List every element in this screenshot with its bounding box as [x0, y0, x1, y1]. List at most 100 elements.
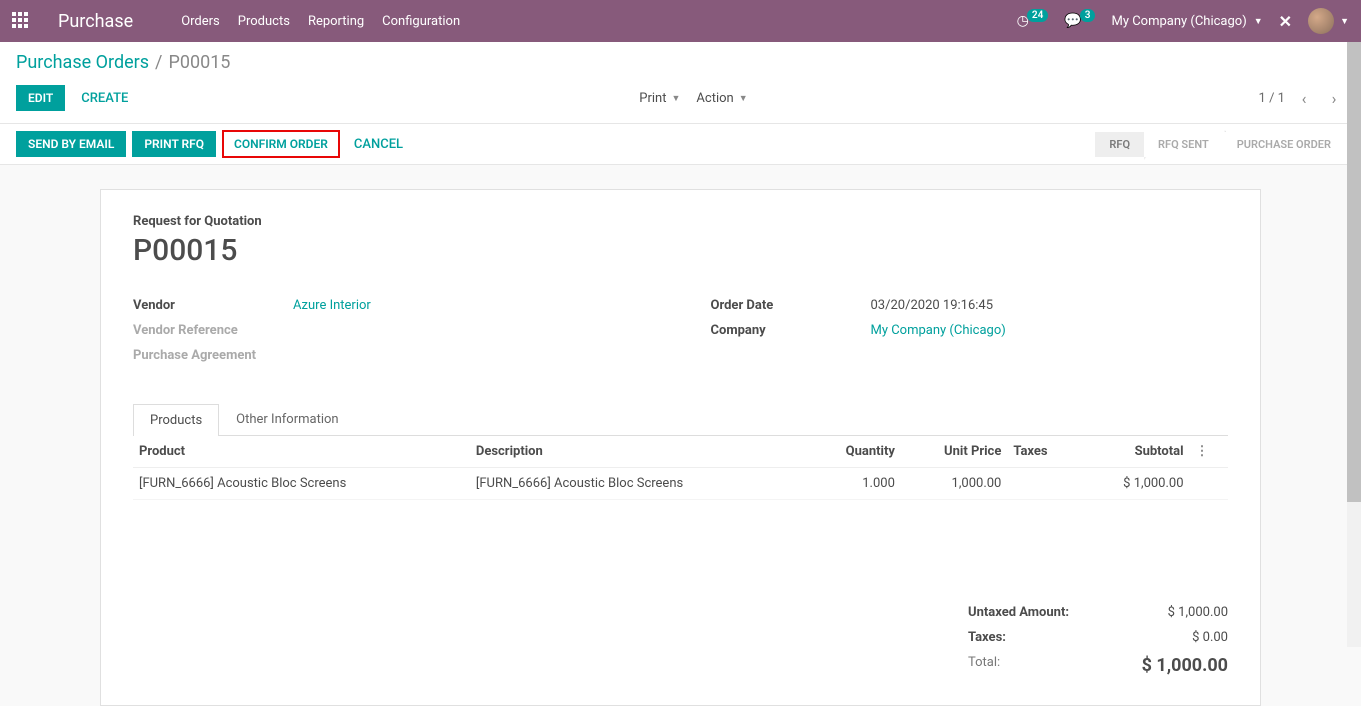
- company-row: Company My Company (Chicago): [711, 323, 1229, 338]
- status-purchase-order[interactable]: PURCHASE ORDER: [1223, 132, 1345, 157]
- user-menu[interactable]: ▼: [1308, 8, 1349, 34]
- chat-indicator[interactable]: 💬 3: [1064, 13, 1095, 29]
- confirm-order-button[interactable]: CONFIRM ORDER: [222, 130, 340, 158]
- company-value[interactable]: My Company (Chicago): [871, 323, 1006, 338]
- cell-product: [FURN_6666] Acoustic Bloc Screens: [133, 468, 470, 500]
- pager-next[interactable]: ›: [1323, 87, 1345, 109]
- apps-icon[interactable]: [12, 12, 30, 30]
- untaxed-row: Untaxed Amount: $ 1,000.00: [968, 600, 1228, 625]
- table-row[interactable]: [FURN_6666] Acoustic Bloc Screens [FURN_…: [133, 468, 1228, 500]
- menu-reporting[interactable]: Reporting: [308, 14, 364, 29]
- create-button[interactable]: CREATE: [81, 91, 128, 106]
- order-lines-table: Product Description Quantity Unit Price …: [133, 436, 1228, 500]
- cell-taxes: [1007, 468, 1078, 500]
- breadcrumb-bar: Purchase Orders / P00015: [0, 42, 1361, 73]
- totals-inner: Untaxed Amount: $ 1,000.00 Taxes: $ 0.00…: [968, 600, 1228, 681]
- action-bar: SEND BY EMAIL PRINT RFQ CONFIRM ORDER CA…: [0, 124, 1361, 165]
- order-date-row: Order Date 03/20/2020 19:16:45: [711, 298, 1229, 313]
- main-menu: Orders Products Reporting Configuration: [181, 14, 460, 29]
- chevron-down-icon: ▼: [1340, 16, 1349, 27]
- tab-products[interactable]: Products: [133, 404, 219, 436]
- control-bar: EDIT CREATE Print ▼ Action ▼ 1 / 1 ‹ ›: [0, 73, 1361, 124]
- order-number: P00015: [133, 233, 1228, 268]
- taxes-label: Taxes:: [968, 630, 1006, 645]
- pager-text: 1 / 1: [1259, 91, 1285, 106]
- th-taxes[interactable]: Taxes: [1007, 436, 1078, 468]
- breadcrumb-sep: /: [155, 52, 162, 73]
- chevron-down-icon: ▼: [1254, 16, 1263, 27]
- totals: Untaxed Amount: $ 1,000.00 Taxes: $ 0.00…: [133, 600, 1228, 681]
- taxes-value: $ 0.00: [1192, 630, 1228, 645]
- menu-products[interactable]: Products: [238, 14, 290, 29]
- breadcrumb-current: P00015: [168, 52, 230, 73]
- tabs: Products Other Information: [133, 403, 1228, 436]
- chevron-down-icon: ▼: [739, 93, 748, 104]
- vendor-row: Vendor Azure Interior: [133, 298, 651, 313]
- print-dropdown[interactable]: Print ▼: [639, 91, 680, 106]
- field-col-right: Order Date 03/20/2020 19:16:45 Company M…: [711, 298, 1229, 373]
- print-rfq-button[interactable]: PRINT RFQ: [132, 131, 216, 157]
- top-navbar: Purchase Orders Products Reporting Confi…: [0, 0, 1361, 42]
- agreement-label: Purchase Agreement: [133, 348, 293, 363]
- total-label: Total:: [968, 655, 1000, 676]
- company-label: Company: [711, 323, 871, 338]
- th-quantity[interactable]: Quantity: [807, 436, 901, 468]
- cell-subtotal: $ 1,000.00: [1078, 468, 1189, 500]
- menu-orders[interactable]: Orders: [181, 14, 220, 29]
- breadcrumb: Purchase Orders / P00015: [16, 52, 1345, 73]
- cell-options: [1190, 468, 1228, 500]
- form-card: Request for Quotation P00015 Vendor Azur…: [100, 189, 1261, 706]
- scrollbar[interactable]: [1347, 42, 1361, 647]
- cell-description: [FURN_6666] Acoustic Bloc Screens: [470, 468, 807, 500]
- cell-quantity: 1.000: [807, 468, 901, 500]
- vendor-ref-row: Vendor Reference: [133, 323, 651, 338]
- menu-configuration[interactable]: Configuration: [382, 14, 460, 29]
- company-selector[interactable]: My Company (Chicago) ▼: [1111, 14, 1262, 29]
- order-date-value: 03/20/2020 19:16:45: [871, 298, 994, 313]
- activity-indicator[interactable]: ◷ 24: [1017, 13, 1049, 29]
- action-label: Action: [696, 91, 733, 106]
- field-col-left: Vendor Azure Interior Vendor Reference P…: [133, 298, 651, 373]
- status-rfq[interactable]: RFQ: [1095, 132, 1144, 157]
- activity-count: 24: [1027, 9, 1048, 22]
- avatar: [1308, 8, 1334, 34]
- breadcrumb-parent[interactable]: Purchase Orders: [16, 52, 149, 73]
- close-icon[interactable]: ✕: [1279, 12, 1292, 31]
- total-value: $ 1,000.00: [1142, 655, 1228, 676]
- cancel-button[interactable]: CANCEL: [354, 137, 403, 152]
- action-buttons: SEND BY EMAIL PRINT RFQ CONFIRM ORDER CA…: [16, 130, 403, 158]
- agreement-row: Purchase Agreement: [133, 348, 651, 363]
- status-bar: RFQ RFQ SENT PURCHASE ORDER: [1095, 132, 1345, 157]
- control-center: Print ▼ Action ▼: [639, 91, 747, 106]
- topbar-left: Purchase Orders Products Reporting Confi…: [12, 11, 460, 32]
- tab-other-info[interactable]: Other Information: [219, 403, 355, 435]
- th-description[interactable]: Description: [470, 436, 807, 468]
- edit-button[interactable]: EDIT: [16, 85, 65, 111]
- print-label: Print: [639, 91, 666, 106]
- scrollbar-thumb[interactable]: [1347, 42, 1361, 502]
- chevron-down-icon: ▼: [671, 93, 680, 104]
- app-title[interactable]: Purchase: [58, 11, 133, 32]
- th-product[interactable]: Product: [133, 436, 470, 468]
- untaxed-label: Untaxed Amount:: [968, 605, 1069, 620]
- company-name: My Company (Chicago): [1111, 14, 1246, 29]
- order-date-label: Order Date: [711, 298, 871, 313]
- form-title-label: Request for Quotation: [133, 214, 1228, 229]
- control-left: EDIT CREATE: [16, 85, 128, 111]
- action-dropdown[interactable]: Action ▼: [696, 91, 747, 106]
- cell-unit-price: 1,000.00: [901, 468, 1007, 500]
- taxes-row: Taxes: $ 0.00: [968, 625, 1228, 650]
- vendor-label: Vendor: [133, 298, 293, 313]
- th-subtotal[interactable]: Subtotal: [1078, 436, 1189, 468]
- main-content: Request for Quotation P00015 Vendor Azur…: [0, 165, 1361, 706]
- th-options[interactable]: ⋮: [1190, 436, 1228, 468]
- topbar-right: ◷ 24 💬 3 My Company (Chicago) ▼ ✕ ▼: [1017, 8, 1349, 34]
- untaxed-value: $ 1,000.00: [1168, 605, 1228, 620]
- chat-count: 3: [1080, 9, 1096, 22]
- control-right: 1 / 1 ‹ ›: [1259, 87, 1345, 109]
- th-unit-price[interactable]: Unit Price: [901, 436, 1007, 468]
- send-email-button[interactable]: SEND BY EMAIL: [16, 131, 126, 157]
- vendor-value[interactable]: Azure Interior: [293, 298, 371, 313]
- pager-prev[interactable]: ‹: [1293, 87, 1315, 109]
- status-rfq-sent[interactable]: RFQ SENT: [1144, 132, 1223, 157]
